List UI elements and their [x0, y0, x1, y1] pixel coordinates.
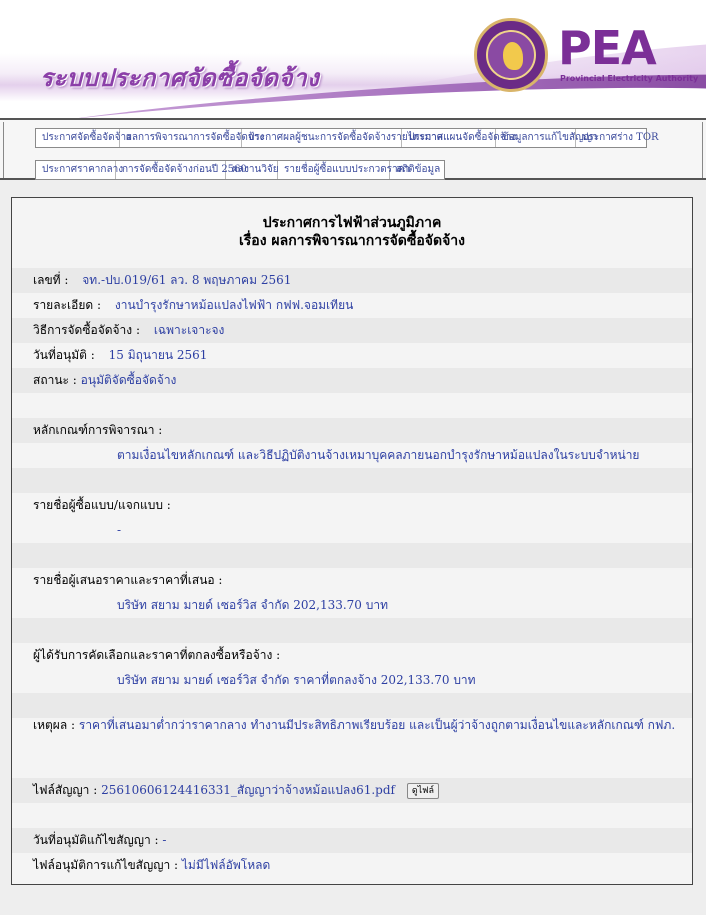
- content-area: ประกาศการไฟฟ้าส่วนภูมิภาค เรื่อง ผลการพิ…: [0, 180, 706, 915]
- criteria-label-row: หลักเกณฑ์การพิจารณา :: [12, 418, 692, 443]
- announcement-title: ประกาศการไฟฟ้าส่วนภูมิภาค เรื่อง ผลการพิ…: [12, 214, 692, 250]
- view-file-button[interactable]: ดูไฟล์: [406, 782, 440, 799]
- site-header: ระบบประกาศจัดซื้อจัดจ้าง PEA Provincial …: [0, 0, 706, 118]
- amend-file-row: ไฟล์อนุมัติการแก้ไขสัญญา : ไม่มีไฟล์อัพโ…: [12, 853, 692, 878]
- method-value: เฉพาะเจาะจง: [153, 323, 225, 337]
- nav-item-procurement-announcement[interactable]: ประกาศจัดซื้อจัดจ้าง: [36, 129, 131, 147]
- amend-file-label: ไฟล์อนุมัติการแก้ไขสัญญา :: [33, 858, 179, 872]
- status-row: สถานะ : อนุมัติจัดซื้อจัดจ้าง: [12, 368, 692, 393]
- number-label: เลขที่ :: [33, 273, 69, 287]
- winner-value-row: บริษัท สยาม มายด์ เซอร์วิส จำกัด ราคาที่…: [12, 668, 692, 693]
- status-value: อนุมัติจัดซื้อจัดจ้าง: [80, 373, 177, 387]
- nav-item-tor-draft[interactable]: ประกาศร่าง TOR: [576, 129, 659, 147]
- winner-label: ผู้ได้รับการคัดเลือกและราคาที่ตกลงซื้อหร…: [33, 648, 281, 662]
- criteria-value: ตามเงื่อนไขหลักเกณฑ์ และวิธีปฏิบัติงานจ้…: [117, 448, 640, 462]
- thailand-map-icon: [503, 42, 523, 70]
- bidders-label-row: รายชื่อผู้เสนอราคาและราคาที่เสนอ :: [12, 568, 692, 593]
- detail-label: รายละเอียด :: [33, 298, 102, 312]
- nav-item-pre-2560[interactable]: การจัดซื้อจัดจ้างก่อนปี 2560: [116, 161, 247, 179]
- reason-row: เหตุผล : ราคาที่เสนอมาต่ำกว่าราคากลาง ทำ…: [12, 714, 692, 754]
- amend-file-value: ไม่มีไฟล์อัพโหลด: [181, 858, 271, 872]
- main-nav: ประกาศจัดซื้อจัดจ้าง ผลการพิจารณาการจัดซ…: [0, 118, 706, 180]
- approve-date-value: 15 มิถุนายน 2561: [108, 348, 208, 362]
- approve-date-row: วันที่อนุมัติ : 15 มิถุนายน 2561: [12, 343, 692, 368]
- method-row: วิธีการจัดซื้อจัดจ้าง : เฉพาะเจาะจง: [12, 318, 692, 343]
- bidders-value-row: บริษัท สยาม มายด์ เซอร์วิส จำกัด 202,133…: [12, 593, 692, 618]
- nav-item-bid-document-buyers[interactable]: รายชื่อผู้ซื้อแบบประกวดราคา: [278, 161, 410, 179]
- buyers-value-row: -: [12, 518, 692, 543]
- method-label: วิธีการจัดซื้อจัดจ้าง :: [33, 323, 140, 337]
- nav-item-research[interactable]: ผลงานวิจัย: [226, 161, 279, 179]
- amend-date-label: วันที่อนุมัติแก้ไขสัญญา :: [33, 833, 159, 847]
- amend-date-row: วันที่อนุมัติแก้ไขสัญญา : -: [12, 828, 692, 853]
- contract-file-row: ไฟล์สัญญา : 25610606124416331_สัญญาว่าจ้…: [12, 778, 692, 803]
- number-value: จท.-ปบ.019/61 ลว. 8 พฤษภาคม 2561: [82, 273, 292, 287]
- detail-value: งานบำรุงรักษาหม้อแปลงไฟฟ้า กฟฟ.จอมเทียน: [114, 298, 354, 312]
- winner-label-row: ผู้ได้รับการคัดเลือกและราคาที่ตกลงซื้อหร…: [12, 643, 692, 668]
- winner-value: บริษัท สยาม มายด์ เซอร์วิส จำกัด ราคาที่…: [117, 673, 476, 687]
- nav-item-procurement-results[interactable]: ผลการพิจารณาการจัดซื้อจัดจ้าง: [120, 129, 264, 147]
- pea-seal-logo: [474, 18, 548, 92]
- nav-item-contract-amendments[interactable]: ข้อมูลการแก้ไขสัญญา: [496, 129, 598, 147]
- reason-value: ราคาที่เสนอมาต่ำกว่าราคากลาง ทำงานมีประส…: [78, 718, 676, 732]
- number-row: เลขที่ : จท.-ปบ.019/61 ลว. 8 พฤษภาคม 256…: [12, 268, 692, 293]
- pea-logo-subtitle: Provincial Electricity Authority: [560, 74, 699, 83]
- nav-row-1: ประกาศจัดซื้อจัดจ้าง ผลการพิจารณาการจัดซ…: [35, 128, 659, 148]
- announcement-title-line1: ประกาศการไฟฟ้าส่วนภูมิภาค: [262, 215, 442, 231]
- amend-date-value: -: [162, 833, 167, 847]
- nav-item-statistics[interactable]: สถิติข้อมูล: [390, 161, 446, 179]
- status-label: สถานะ :: [33, 373, 77, 387]
- nav-item-quarterly-winners[interactable]: ประกาศผลผู้ชนะการจัดซื้อจัดจ้างรายไตรมาส: [242, 129, 443, 147]
- buyers-label: รายชื่อผู้ซื้อแบบ/แจกแบบ :: [33, 498, 171, 512]
- bidders-value: บริษัท สยาม มายด์ เซอร์วิส จำกัด 202,133…: [117, 598, 389, 612]
- announcement-title-line2: เรื่อง ผลการพิจารณาการจัดซื้อจัดจ้าง: [239, 233, 465, 249]
- nav-item-median-price[interactable]: ประกาศราคากลาง: [36, 161, 123, 179]
- bidders-label: รายชื่อผู้เสนอราคาและราคาที่เสนอ :: [33, 573, 223, 587]
- nav-row-2: ประกาศราคากลาง การจัดซื้อจัดจ้างก่อนปี 2…: [35, 160, 445, 180]
- pea-logo[interactable]: PEA: [558, 22, 657, 74]
- announcement-panel: ประกาศการไฟฟ้าส่วนภูมิภาค เรื่อง ผลการพิ…: [11, 197, 693, 885]
- approve-date-label: วันที่อนุมัติ :: [33, 348, 95, 362]
- reason-label: เหตุผล :: [33, 718, 76, 732]
- site-title: ระบบประกาศจัดซื้อจัดจ้าง: [40, 64, 320, 92]
- detail-row: รายละเอียด : งานบำรุงรักษาหม้อแปลงไฟฟ้า …: [12, 293, 692, 318]
- criteria-value-row: ตามเงื่อนไขหลักเกณฑ์ และวิธีปฏิบัติงานจ้…: [12, 443, 692, 468]
- criteria-label: หลักเกณฑ์การพิจารณา :: [33, 423, 163, 437]
- contract-file-link[interactable]: 25610606124416331_สัญญาว่าจ้างหม้อแปลง61…: [101, 783, 395, 797]
- nav-item-procurement-plan[interactable]: ประกาศแผนจัดซื้อจัดจ้าง: [402, 129, 516, 147]
- contract-file-label: ไฟล์สัญญา :: [33, 783, 98, 797]
- buyers-value: -: [117, 523, 122, 537]
- buyers-label-row: รายชื่อผู้ซื้อแบบ/แจกแบบ :: [12, 493, 692, 518]
